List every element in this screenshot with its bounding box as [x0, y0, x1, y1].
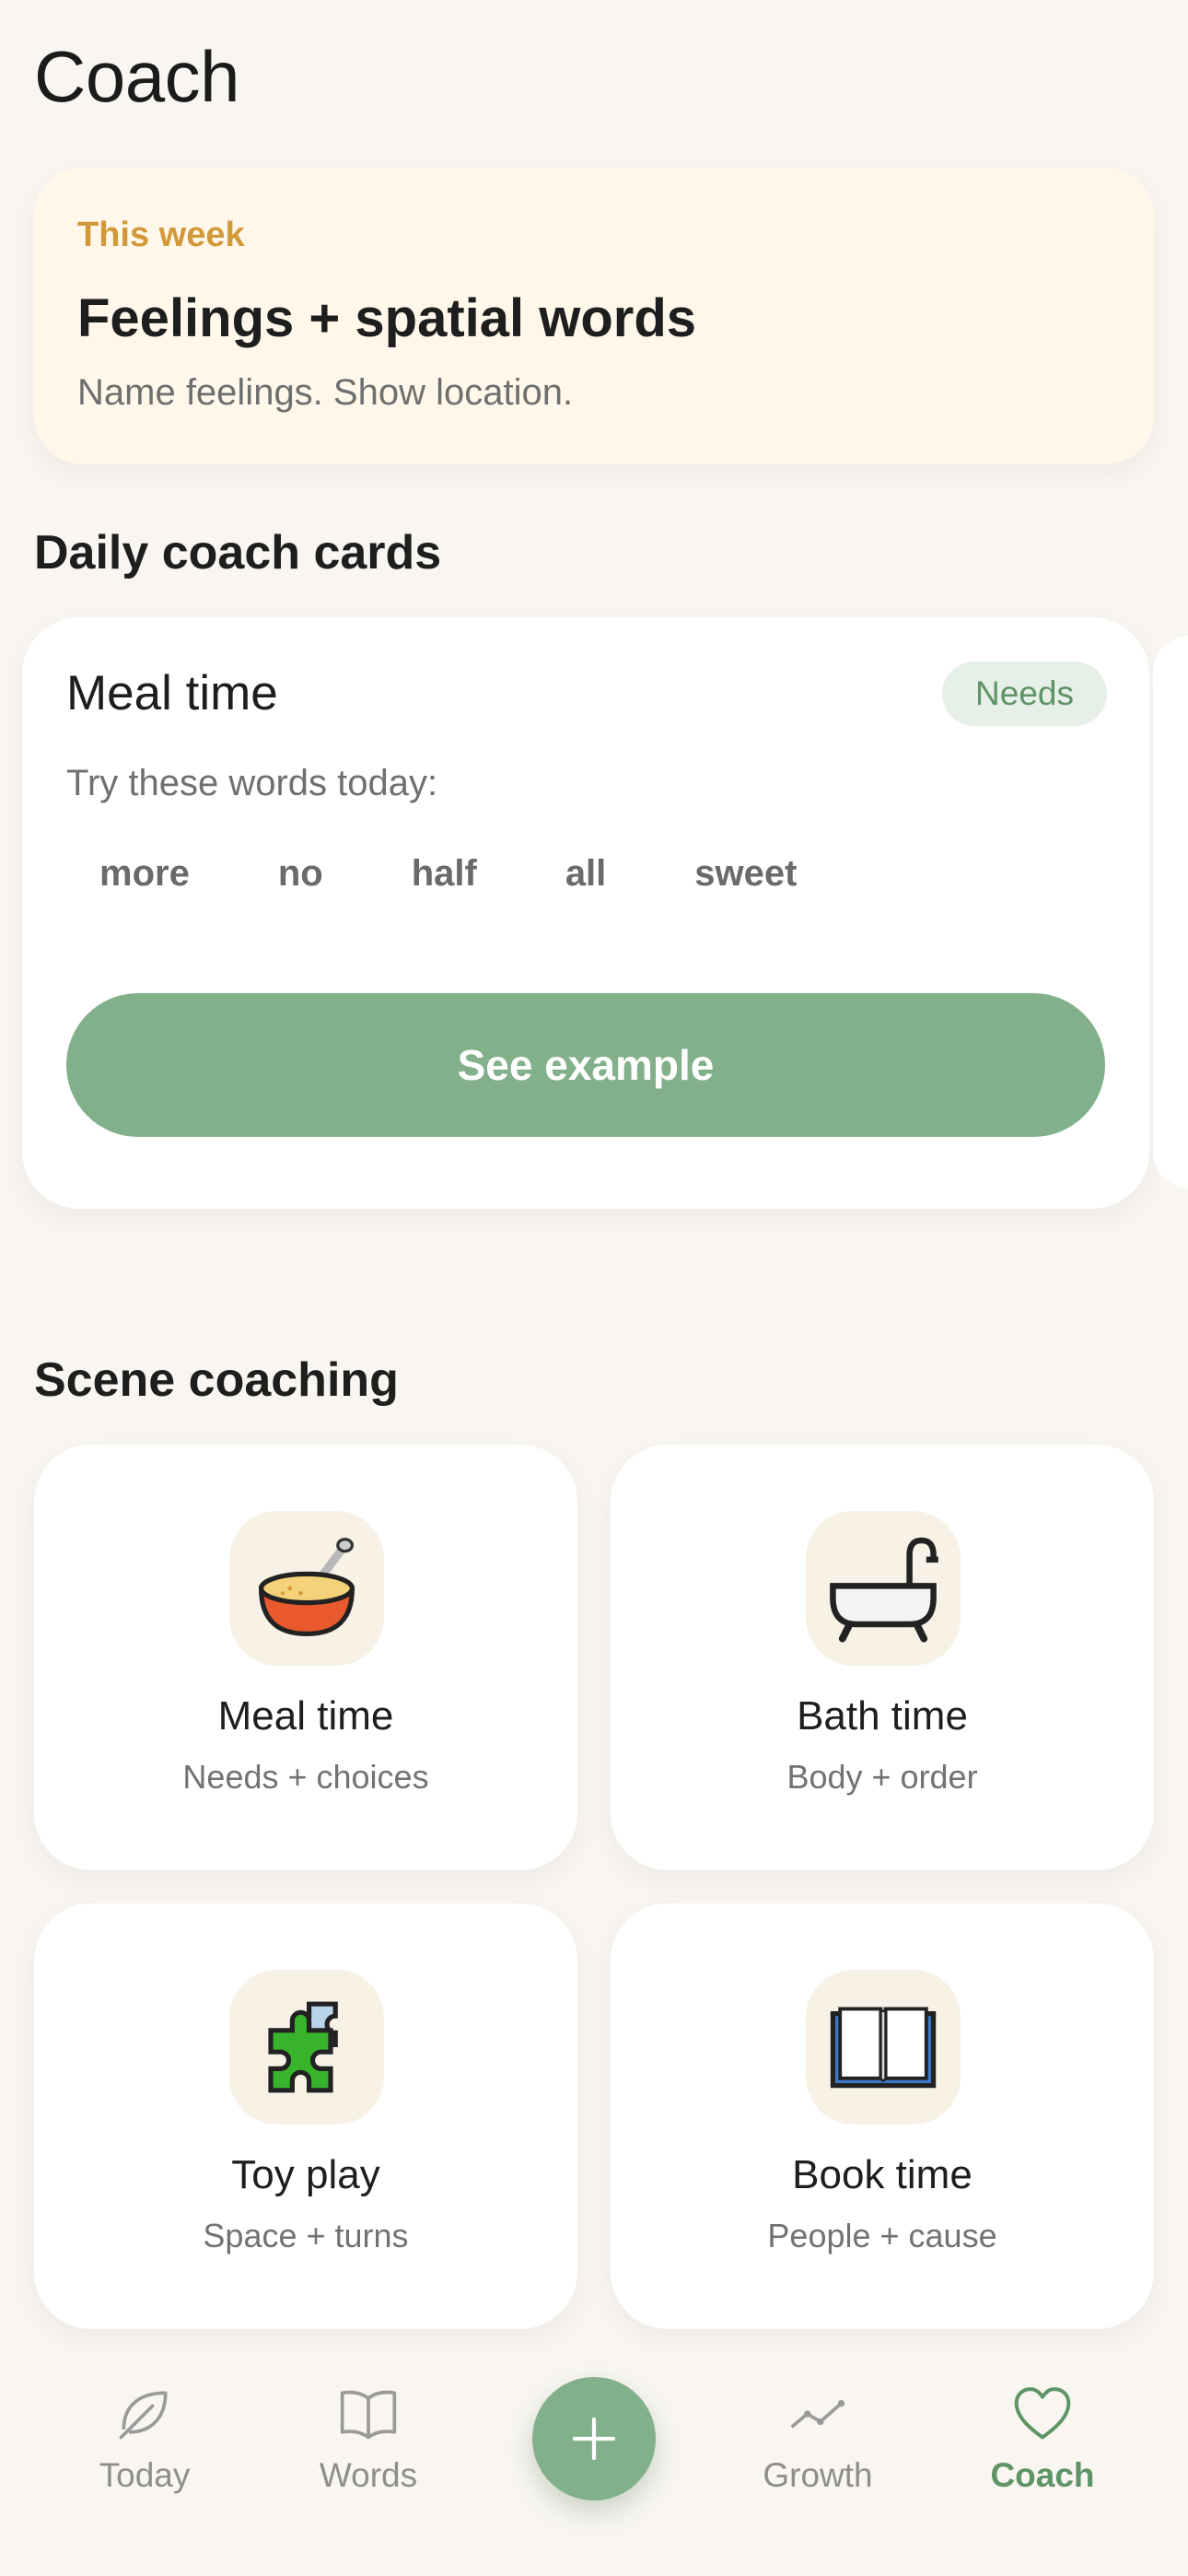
heart-icon: [1014, 2387, 1071, 2440]
page-title: Coach: [34, 36, 239, 117]
weekly-focus-card[interactable]: This week Feelings + spatial words Name …: [34, 168, 1154, 464]
nav-item-words[interactable]: Words: [276, 2383, 460, 2495]
nav-label: Words: [319, 2456, 418, 2494]
puzzle-icon: [229, 1970, 384, 2125]
nav-item-coach[interactable]: Coach: [950, 2383, 1135, 2495]
see-example-button[interactable]: See example: [66, 993, 1105, 1137]
scene-card-toy-play[interactable]: Toy play Space + turns: [34, 1903, 577, 2329]
word-chip[interactable]: all: [532, 827, 639, 919]
scene-subtitle: Body + order: [786, 1758, 978, 1796]
scene-card-meal-time[interactable]: Meal time Needs + choices: [34, 1445, 577, 1870]
coach-screen: Coach This week Feelings + spatial words…: [0, 0, 1188, 2576]
bathtub-icon: [806, 1511, 961, 1666]
scene-title: Bath time: [797, 1693, 968, 1739]
word-chip[interactable]: more: [66, 827, 223, 919]
nav-label: Growth: [763, 2456, 873, 2494]
word-chip[interactable]: half: [379, 827, 510, 919]
word-chip[interactable]: no: [245, 827, 356, 919]
nav-label: Today: [99, 2456, 191, 2494]
scene-subtitle: Needs + choices: [182, 1758, 429, 1796]
scene-card-bath-time[interactable]: Bath time Body + order: [611, 1445, 1154, 1870]
weekly-focus-kicker: This week: [77, 216, 245, 254]
plus-icon: [572, 2417, 616, 2461]
next-coach-card-peek[interactable]: [1153, 636, 1188, 1188]
add-button[interactable]: [532, 2377, 656, 2500]
daily-coach-section-title: Daily coach cards: [34, 526, 442, 580]
word-chip-list: more no half all sweet: [66, 827, 852, 919]
scene-title: Book time: [792, 2152, 973, 2197]
bowl-icon: [229, 1511, 384, 1666]
weekly-focus-title: Feelings + spatial words: [77, 288, 697, 348]
weekly-focus-subtitle: Name feelings. Show location.: [77, 372, 574, 413]
category-badge: Needs: [942, 662, 1107, 726]
nav-item-growth[interactable]: Growth: [726, 2383, 910, 2495]
scene-card-book-time[interactable]: Book time People + cause: [611, 1903, 1154, 2329]
scene-title: Meal time: [217, 1693, 394, 1739]
word-chip[interactable]: sweet: [661, 827, 830, 919]
open-book-icon: [806, 1970, 961, 2125]
scene-title: Toy play: [231, 2152, 380, 2197]
nav-item-today[interactable]: Today: [52, 2383, 237, 2495]
book-icon: [340, 2390, 397, 2440]
coach-card-prompt: Try these words today:: [66, 763, 438, 803]
trend-icon: [790, 2399, 845, 2429]
nav-label: Coach: [990, 2456, 1095, 2494]
coach-card-title: Meal time: [66, 666, 278, 720]
daily-coach-card[interactable]: Meal time Needs Try these words today: m…: [22, 617, 1149, 1209]
leaf-icon: [119, 2391, 168, 2440]
scene-subtitle: Space + turns: [203, 2217, 409, 2254]
scene-subtitle: People + cause: [767, 2217, 997, 2254]
scene-coaching-section-title: Scene coaching: [34, 1353, 399, 1407]
